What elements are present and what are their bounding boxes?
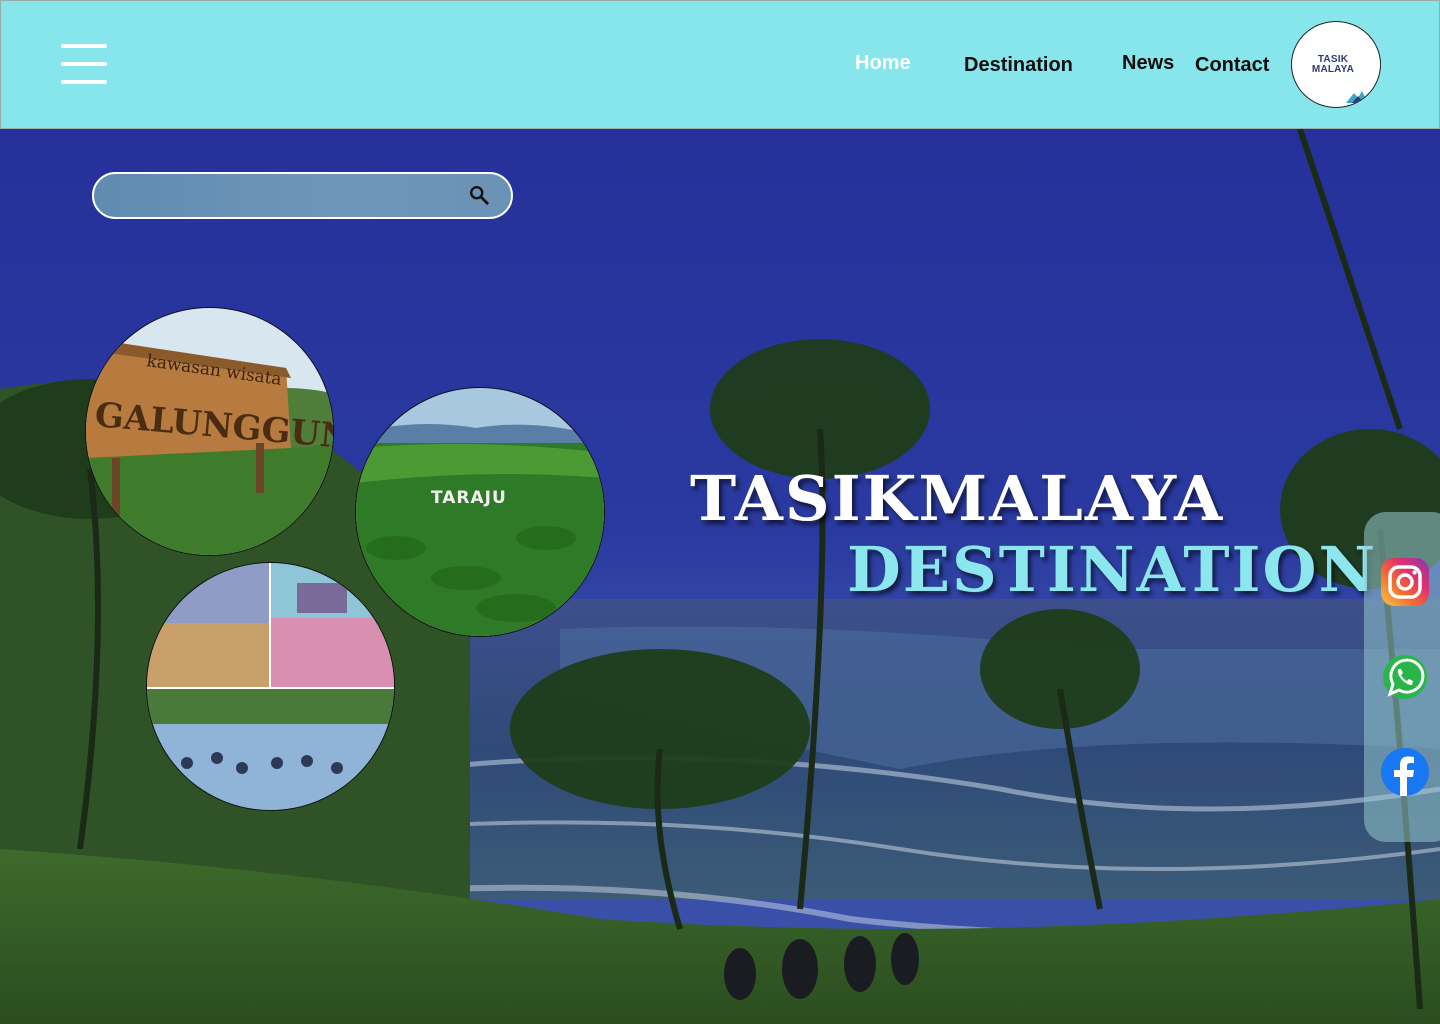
instagram-icon[interactable] xyxy=(1380,557,1430,607)
hero-title-line-1: TASIKMALAYA xyxy=(690,462,1225,535)
search-input[interactable] xyxy=(112,182,462,210)
logo-mountain-icon xyxy=(1346,91,1368,103)
nav-destination-link[interactable]: Destination xyxy=(964,54,1073,77)
tasikmalaya-logo[interactable]: TASIK MALAYA xyxy=(1291,21,1381,108)
destination-collage-photo[interactable] xyxy=(146,562,395,811)
nav-home-link[interactable]: Home xyxy=(855,52,911,75)
facebook-icon[interactable] xyxy=(1380,747,1430,797)
search-icon[interactable] xyxy=(468,184,490,206)
hero-title-line-2: DESTINATION xyxy=(847,533,1378,606)
taraju-sign: TARAJU xyxy=(431,488,507,508)
logo-wordmark: TASIK MALAYA xyxy=(1308,55,1358,75)
search-bar xyxy=(92,172,513,219)
whatsapp-icon[interactable] xyxy=(1380,652,1430,702)
nav-news-link[interactable]: News xyxy=(1122,52,1174,75)
logo-line-2: MALAYA xyxy=(1311,64,1355,75)
nav-contact-link[interactable]: Contact xyxy=(1195,54,1269,77)
hamburger-menu-icon[interactable] xyxy=(61,44,107,84)
galunggung-photo[interactable]: kawasan wisata GALUNGGUNG xyxy=(85,307,334,556)
top-navbar: Home Destination News Contact TASIK MALA… xyxy=(0,0,1440,129)
